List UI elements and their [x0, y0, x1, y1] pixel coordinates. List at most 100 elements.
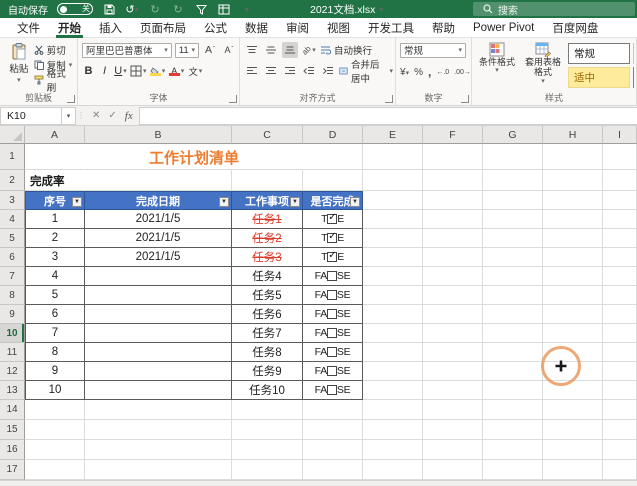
- cell-I1[interactable]: [603, 144, 637, 170]
- cell-B12[interactable]: [85, 362, 232, 381]
- cell-F15[interactable]: [423, 420, 483, 440]
- cell-E2[interactable]: [363, 170, 423, 191]
- cell-H14[interactable]: [543, 400, 603, 420]
- cell-E16[interactable]: [363, 440, 423, 460]
- cell-F9[interactable]: [423, 305, 483, 324]
- cell-H1[interactable]: [543, 144, 603, 170]
- align-middle-button[interactable]: [263, 42, 279, 58]
- cell-A6[interactable]: 3: [25, 248, 85, 267]
- cell-C11[interactable]: 任务8: [232, 343, 303, 362]
- merge-center-button[interactable]: 合并后居中 ▾: [339, 60, 393, 85]
- cell-G4[interactable]: [483, 210, 543, 229]
- cell-A10[interactable]: 7: [25, 324, 85, 343]
- cell-style-neutral[interactable]: 适中: [568, 67, 630, 88]
- cell-B4[interactable]: 2021/1/5: [85, 210, 232, 229]
- alignment-dialog-launcher-icon[interactable]: [385, 95, 393, 103]
- cell-H15[interactable]: [543, 420, 603, 440]
- column-header-C[interactable]: C: [232, 126, 303, 144]
- filter-icon[interactable]: [194, 2, 208, 16]
- table-icon[interactable]: [217, 2, 231, 16]
- cell-F3[interactable]: [423, 191, 483, 210]
- row-header-2[interactable]: 2: [0, 170, 25, 191]
- cell-E4[interactable]: [363, 210, 423, 229]
- cell-B14[interactable]: [85, 400, 232, 420]
- undo-icon[interactable]: ↺ ▾: [125, 2, 139, 16]
- row-header-5[interactable]: 5: [0, 229, 25, 248]
- cell-B1[interactable]: [85, 144, 232, 170]
- cell-G15[interactable]: [483, 420, 543, 440]
- cell-D2[interactable]: [303, 170, 363, 191]
- cell-B2[interactable]: [85, 170, 232, 191]
- column-header-I[interactable]: I: [603, 126, 637, 144]
- increase-font-icon[interactable]: Aˆ: [202, 42, 218, 58]
- cell-F11[interactable]: [423, 343, 483, 362]
- cell-F14[interactable]: [423, 400, 483, 420]
- cut-button[interactable]: 剪切: [34, 43, 75, 57]
- font-dialog-launcher-icon[interactable]: [229, 95, 237, 103]
- cell-E12[interactable]: [363, 362, 423, 381]
- cell-H9[interactable]: [543, 305, 603, 324]
- cell-A17[interactable]: [25, 460, 85, 480]
- cell-F2[interactable]: [423, 170, 483, 191]
- cell-G6[interactable]: [483, 248, 543, 267]
- cell-D14[interactable]: [303, 400, 363, 420]
- cell-I2[interactable]: [603, 170, 637, 191]
- cell-B17[interactable]: [85, 460, 232, 480]
- column-header-F[interactable]: F: [423, 126, 483, 144]
- cell-B5[interactable]: 2021/1/5: [85, 229, 232, 248]
- cell-F12[interactable]: [423, 362, 483, 381]
- row-header-10[interactable]: 10: [0, 324, 25, 343]
- cell-C8[interactable]: 任务5: [232, 286, 303, 305]
- cell-H16[interactable]: [543, 440, 603, 460]
- italic-button[interactable]: I: [98, 63, 111, 79]
- tab-开发工具[interactable]: 开发工具: [359, 18, 423, 38]
- row-header-4[interactable]: 4: [0, 210, 25, 229]
- cell-D16[interactable]: [303, 440, 363, 460]
- increase-decimal-icon[interactable]: ←.0: [436, 69, 449, 76]
- tab-插入[interactable]: 插入: [90, 18, 131, 38]
- tab-帮助[interactable]: 帮助: [423, 18, 464, 38]
- checkbox-unchecked[interactable]: [326, 309, 337, 319]
- align-center-button[interactable]: [263, 63, 279, 79]
- align-top-button[interactable]: [244, 42, 260, 58]
- number-dialog-launcher-icon[interactable]: [461, 95, 469, 103]
- cell-A4[interactable]: 1: [25, 210, 85, 229]
- cell-H5[interactable]: [543, 229, 603, 248]
- column-header-E[interactable]: E: [363, 126, 423, 144]
- cell-I5[interactable]: [603, 229, 637, 248]
- align-left-button[interactable]: [244, 63, 260, 79]
- undo-dropdown-icon[interactable]: ▾: [135, 5, 139, 14]
- cell-I3[interactable]: [603, 191, 637, 210]
- cell-E15[interactable]: [363, 420, 423, 440]
- cell-F5[interactable]: [423, 229, 483, 248]
- cell-E7[interactable]: [363, 267, 423, 286]
- cell-E11[interactable]: [363, 343, 423, 362]
- cell-E5[interactable]: [363, 229, 423, 248]
- cell-E3[interactable]: [363, 191, 423, 210]
- cell-C9[interactable]: 任务6: [232, 305, 303, 324]
- autosave-toggle[interactable]: 关: [57, 3, 93, 15]
- cell-I8[interactable]: [603, 286, 637, 305]
- cell-A9[interactable]: 6: [25, 305, 85, 324]
- cell-H3[interactable]: [543, 191, 603, 210]
- cell-H10[interactable]: [543, 324, 603, 343]
- checkbox-unchecked[interactable]: [326, 290, 337, 300]
- tab-视图[interactable]: 视图: [318, 18, 359, 38]
- decrease-font-icon[interactable]: Aˇ: [221, 42, 237, 58]
- cell-D15[interactable]: [303, 420, 363, 440]
- cell-C14[interactable]: [232, 400, 303, 420]
- cell-C15[interactable]: [232, 420, 303, 440]
- cell-D1[interactable]: [303, 144, 363, 170]
- cell-A5[interactable]: 2: [25, 229, 85, 248]
- cell-I17[interactable]: [603, 460, 637, 480]
- sheet-grid[interactable]: ABCDEFGHI 1 2 3 序号 ▼ 完成日期 ▼ 工作事项 ▼ 是否完成 ▼ 4 1 2021/1/…: [0, 126, 637, 480]
- row-header-6[interactable]: 6: [0, 248, 25, 267]
- save-icon[interactable]: [102, 2, 116, 16]
- cell-F8[interactable]: [423, 286, 483, 305]
- checkbox-checked[interactable]: [327, 212, 338, 224]
- paste-dropdown-icon[interactable]: ▾: [17, 76, 21, 84]
- cell-F1[interactable]: [423, 144, 483, 170]
- fill-color-dropdown-icon[interactable]: ▾: [162, 67, 166, 75]
- cell-A3[interactable]: 序号 ▼: [25, 191, 85, 210]
- insert-function-icon[interactable]: fx: [125, 110, 133, 122]
